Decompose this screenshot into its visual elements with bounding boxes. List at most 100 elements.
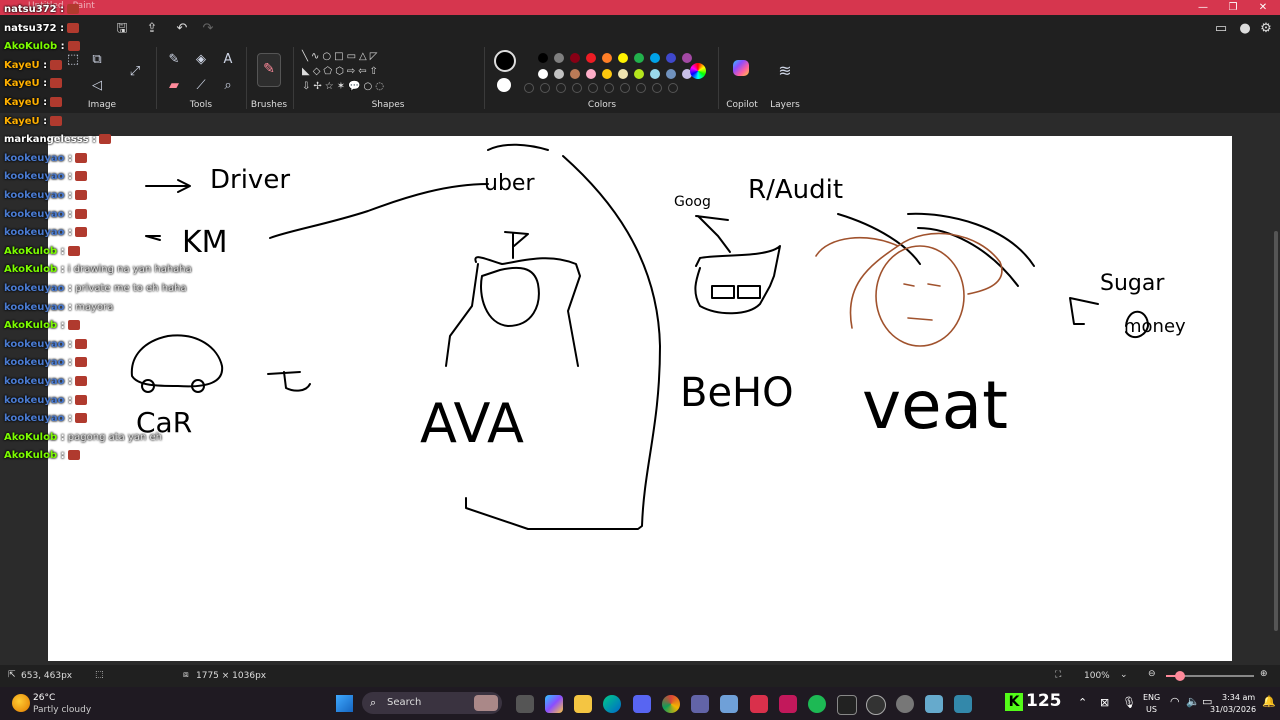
shapes-gallery[interactable]: ╲∿○□▭△◸ ◣◇⬠⬡⇨⇦⇧ ⇩✢☆✶💬○◌: [302, 49, 406, 95]
undo-icon[interactable]: ↶: [174, 21, 190, 37]
color-swatch[interactable]: [554, 53, 564, 63]
clock-date[interactable]: 31/03/2026: [1210, 705, 1256, 714]
region[interactable]: US: [1146, 705, 1157, 714]
custom-color-slot[interactable]: [652, 83, 662, 93]
color-swatch[interactable]: [618, 69, 628, 79]
color-swatch[interactable]: [666, 53, 676, 63]
discord-icon[interactable]: [633, 695, 651, 713]
layers-icon[interactable]: ≋: [776, 62, 794, 80]
search-box[interactable]: ⌕ Search: [362, 692, 502, 714]
custom-color-slot[interactable]: [588, 83, 598, 93]
ribbon: ⬚ ⧉ ⤢ ◁ Image ✎ ◈ A ▰ ⟋ ⌕ Tools ✎ Brushe…: [0, 43, 1280, 113]
color-swatch[interactable]: [554, 69, 564, 79]
notification-bell-icon[interactable]: 🔔: [1262, 695, 1276, 708]
zoom-slider[interactable]: [1166, 671, 1254, 681]
color-swatch[interactable]: [602, 69, 612, 79]
color-swatch[interactable]: [570, 69, 580, 79]
weather-icon[interactable]: [12, 694, 30, 712]
tray-app-icon[interactable]: ⊠: [1100, 696, 1109, 709]
zoom-dropdown-icon[interactable]: ⌄: [1120, 670, 1128, 680]
custom-color-slot[interactable]: [556, 83, 566, 93]
obs-icon[interactable]: [866, 695, 886, 715]
settings-taskbar-icon[interactable]: [896, 695, 914, 713]
tray-chevron-icon[interactable]: ⌃: [1078, 696, 1087, 709]
primary-color[interactable]: [494, 50, 516, 72]
wifi-icon[interactable]: ◠: [1170, 695, 1180, 708]
zoom-out-icon[interactable]: ⊖: [1148, 669, 1156, 679]
color-swatch[interactable]: [538, 53, 548, 63]
close-button[interactable]: ✕: [1248, 0, 1278, 15]
color-swatch[interactable]: [634, 69, 644, 79]
resize-icon[interactable]: ⤢: [126, 63, 144, 81]
select-icon[interactable]: ⬚: [64, 51, 82, 69]
zoom-level[interactable]: 100%: [1084, 671, 1110, 681]
crop-icon[interactable]: ⧉: [88, 51, 106, 69]
custom-color-slot[interactable]: [524, 83, 534, 93]
settings-icon[interactable]: ⚙: [1258, 21, 1274, 37]
custom-color-slot[interactable]: [572, 83, 582, 93]
task-view-icon[interactable]: [516, 695, 534, 713]
magnifier-icon[interactable]: ⌕: [219, 77, 237, 95]
capcut-icon[interactable]: [837, 695, 857, 715]
custom-color-slot[interactable]: [620, 83, 630, 93]
microphone-icon[interactable]: 🎙: [1122, 696, 1136, 709]
spotify-icon[interactable]: [808, 695, 826, 713]
color-swatch[interactable]: [618, 53, 628, 63]
color-swatch[interactable]: [602, 53, 612, 63]
color-swatch[interactable]: [666, 69, 676, 79]
drawing-canvas[interactable]: Driver KM uber AVA CaR R/Audit Goog BeHO…: [48, 136, 1232, 661]
photos-icon[interactable]: [720, 695, 738, 713]
custom-color-slot[interactable]: [668, 83, 678, 93]
acrobat-icon[interactable]: [779, 695, 797, 713]
teams-icon[interactable]: [691, 695, 709, 713]
notepad-icon[interactable]: [925, 695, 943, 713]
edit-colors-icon[interactable]: [690, 63, 706, 79]
minimize-button[interactable]: —: [1188, 0, 1218, 15]
zoom-slider-thumb[interactable]: [1175, 671, 1185, 681]
volume-icon[interactable]: 🔈: [1186, 695, 1200, 708]
secondary-color[interactable]: [497, 78, 511, 92]
custom-color-slot[interactable]: [604, 83, 614, 93]
color-picker-icon[interactable]: ⟋: [192, 77, 210, 95]
redo-icon[interactable]: ↷: [200, 21, 216, 37]
stroke-arrow-2: [145, 235, 161, 241]
stroke-to: [267, 371, 311, 392]
lang[interactable]: ENG: [1143, 693, 1160, 702]
vertical-scrollbar[interactable]: [1274, 231, 1278, 631]
color-swatch[interactable]: [538, 69, 548, 79]
zoom-in-icon[interactable]: ⊕: [1260, 669, 1268, 679]
save-icon[interactable]: 🖫: [114, 21, 130, 37]
fit-icon[interactable]: ⛶: [1055, 670, 1061, 680]
notifications-icon[interactable]: ▭: [1213, 21, 1229, 37]
maximize-button[interactable]: ❐: [1218, 0, 1248, 15]
profile-icon[interactable]: ●: [1237, 21, 1253, 37]
kick-icon[interactable]: K: [1005, 693, 1023, 711]
custom-color-slot[interactable]: [636, 83, 646, 93]
fill-icon[interactable]: ◈: [192, 51, 210, 69]
chrome-icon[interactable]: [662, 695, 680, 713]
start-button[interactable]: [336, 695, 353, 712]
text-icon[interactable]: A: [219, 51, 237, 69]
file-explorer-icon[interactable]: [574, 695, 592, 713]
color-swatch[interactable]: [586, 69, 596, 79]
eraser-icon[interactable]: ▰: [165, 77, 183, 95]
copilot-icon[interactable]: [733, 60, 749, 76]
edge-icon[interactable]: [603, 695, 621, 713]
pencil-icon[interactable]: ✎: [165, 51, 183, 69]
color-swatch[interactable]: [650, 53, 660, 63]
share-icon[interactable]: ⇪: [144, 21, 160, 37]
rotate-icon[interactable]: ◁: [88, 77, 106, 95]
color-swatch[interactable]: [586, 53, 596, 63]
custom-color-slot[interactable]: [540, 83, 550, 93]
clock-time[interactable]: 3:34 am: [1222, 693, 1255, 702]
weather-temp[interactable]: 26°C: [33, 693, 55, 703]
paint-icon[interactable]: [954, 695, 972, 713]
brush-button[interactable]: ✎: [257, 53, 281, 87]
color-swatch[interactable]: [682, 53, 692, 63]
copilot-taskbar-icon[interactable]: [545, 695, 563, 713]
color-swatch[interactable]: [634, 53, 644, 63]
app-red-icon[interactable]: [750, 695, 768, 713]
color-swatch[interactable]: [650, 69, 660, 79]
color-swatch[interactable]: [570, 53, 580, 63]
weather-desc[interactable]: Partly cloudy: [33, 705, 91, 715]
